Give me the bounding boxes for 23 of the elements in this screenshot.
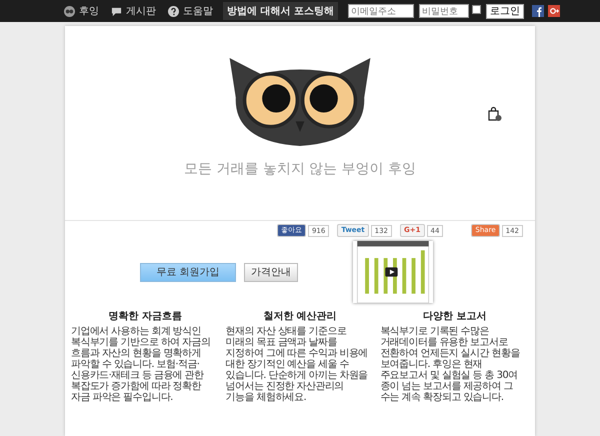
pricing-button[interactable]: 가격안내 <box>244 262 298 282</box>
speech-bubble-icon <box>111 6 122 16</box>
feature-title: 철저한 예산관리 <box>262 310 338 323</box>
feature-description: 기업에서 사용하는 회계 방식인 복식부기를 기반으로 하여 자금의 흐름과 자산의 현황을 명확하게 파악할 수 있습니다. 보험·적금·신용카드·재테크 등 금융에 관한 복잡도가 증가함에 따라 정확한 자금 파악은 필수입니다. <box>71 326 212 403</box>
help-icon <box>168 6 179 16</box>
feature-description: 현재의 자산 상태를 기준으로 미래의 목표 금액과 날짜를 지정하여 그에 따른 수익과 비용에 대한 장기적인 예산을 세울 수 있습니다. 단순하게 아끼는 차원을 넘어서는 진정한 자산관리의 기능을 체험하세요. <box>226 326 369 403</box>
nav-link[interactable]: 도움말 <box>168 4 213 18</box>
shopping-bag-icon[interactable] <box>487 106 503 122</box>
feature-title: 다양한 보고서 <box>422 310 488 323</box>
facebook-icon[interactable] <box>532 5 544 17</box>
feature-description: 복식부기로 기록된 수많은 거래데이터를 유용한 보고서로 전환하여 언제든지 실시간 현황을 보여줍니다. 후잉은 현재 주요보고서 및 실험실 등 총 30여 종이 넘는 보고서를 제공하여 그 수는 계속 확장되고 있습니다. <box>380 326 521 403</box>
feature-title: 명확한 자금흐름 <box>108 310 184 323</box>
owl-icon <box>64 6 75 16</box>
news-ticker[interactable]: 방법에 대해서 포스팅해 <box>223 2 338 20</box>
google-plus-icon[interactable] <box>548 5 560 17</box>
tagline: 모든 거래를 놓치지 않는 부엉이 후잉 <box>184 160 416 178</box>
signup-button[interactable]: 무료 회원가입 <box>140 262 236 282</box>
password-field[interactable]: 비밀번호 <box>418 4 469 18</box>
nav-link[interactable]: 게시판 <box>111 4 156 18</box>
email-field[interactable]: 이메일주소 <box>348 4 414 18</box>
login-button[interactable]: 로그인 <box>486 4 524 18</box>
remember-checkbox[interactable] <box>472 4 481 14</box>
nav-link[interactable]: 후잉 <box>64 4 99 18</box>
